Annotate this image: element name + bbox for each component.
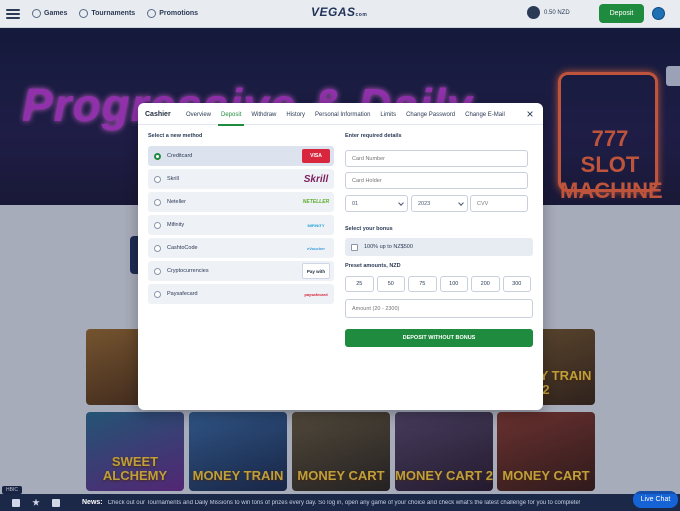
radio[interactable] <box>154 267 161 275</box>
tab-personal-information[interactable]: Personal Information <box>310 112 375 125</box>
tab-withdraw[interactable]: Withdraw <box>246 112 281 125</box>
account-balance[interactable]: 0.50 NZD <box>527 6 570 19</box>
visa-logo-icon: VISA <box>302 149 330 163</box>
news-label: News: <box>82 499 103 506</box>
globe-icon[interactable] <box>652 7 665 20</box>
paysafecard-logo-icon: paysafecard <box>304 291 328 297</box>
star-icon[interactable] <box>32 498 40 506</box>
method-mifinity[interactable]: Mifinity MIFINITY <box>148 215 334 235</box>
trophy-icon <box>79 9 89 18</box>
method-cryptocurrencies[interactable]: Cryptocurrencies Pay with <box>148 261 334 281</box>
modal-header: Cashier Overview Deposit Withdraw Histor… <box>138 103 543 126</box>
method-cashtocode[interactable]: CashtoCode eVoucher <box>148 238 334 258</box>
radio[interactable] <box>154 198 161 206</box>
tab-limits[interactable]: Limits <box>375 112 401 125</box>
method-label: Paysafecard <box>167 291 198 297</box>
select-method-heading: Select a new method <box>148 133 203 139</box>
cashier-modal: Cashier Overview Deposit Withdraw Histor… <box>138 103 543 410</box>
method-neteller[interactable]: Neteller NETELLER <box>148 192 334 212</box>
top-header: Games Tournaments Promotions VEGAScom 0.… <box>0 0 680 28</box>
radio-selected[interactable] <box>154 152 161 160</box>
preset-amount-button[interactable]: 50 <box>376 276 405 292</box>
bonus-option[interactable]: 100% up to NZ$500 <box>345 238 533 256</box>
tab-history[interactable]: History <box>281 112 310 125</box>
bonus-checkbox[interactable] <box>351 243 358 251</box>
nav-games[interactable]: Games <box>32 9 67 18</box>
logo-text: VEGAS <box>311 5 356 19</box>
amount-input[interactable] <box>345 299 533 318</box>
radio[interactable] <box>154 175 161 183</box>
cashier-tabs: Overview Deposit Withdraw History Person… <box>181 112 510 126</box>
tab-overview[interactable]: Overview <box>181 112 216 125</box>
bonus-label: 100% up to NZ$500 <box>364 244 413 250</box>
preset-amounts: 25 50 75 100 200 300 <box>345 276 531 292</box>
deposit-without-bonus-button[interactable]: DEPOSIT WITHOUT BONUS <box>345 329 533 347</box>
preset-amount-button[interactable]: 300 <box>502 276 531 292</box>
nav-promotions-label: Promotions <box>159 10 199 17</box>
radio[interactable] <box>154 290 161 298</box>
method-label: CashtoCode <box>167 245 198 251</box>
mifinity-logo-icon: MIFINITY <box>307 222 325 228</box>
method-paysafecard[interactable]: Paysafecard paysafecard <box>148 284 334 304</box>
skrill-logo-icon: Skrill <box>303 173 329 185</box>
cvv-input[interactable] <box>470 195 528 212</box>
modal-title: Cashier <box>145 111 171 118</box>
gamepad-icon <box>32 9 41 18</box>
method-skrill[interactable]: Skrill Skrill <box>148 169 334 189</box>
nav-promotions[interactable]: Promotions <box>147 9 198 18</box>
avatar <box>527 6 540 19</box>
gift-icon <box>147 9 157 18</box>
preset-amount-button[interactable]: 200 <box>471 276 500 292</box>
tab-deposit[interactable]: Deposit <box>216 112 246 126</box>
header-deposit-button[interactable]: Deposit <box>599 4 644 23</box>
nav-tournaments[interactable]: Tournaments <box>79 9 135 18</box>
logo-suffix: com <box>355 12 368 18</box>
card-number-input[interactable] <box>345 150 528 167</box>
method-label: Cryptocurrencies <box>167 268 209 274</box>
radio[interactable] <box>154 221 161 229</box>
preset-amount-button[interactable]: 75 <box>408 276 437 292</box>
expiry-year-value: 2023 <box>418 200 431 207</box>
crypto-logo-icon: Pay with <box>302 263 330 279</box>
expiry-month-value: 01 <box>352 200 359 207</box>
card-holder-input[interactable] <box>345 172 528 189</box>
payment-method-list: Creditcard VISA Skrill Skrill Neteller N… <box>148 146 334 307</box>
preset-amount-button[interactable]: 100 <box>439 276 468 292</box>
tab-change-email[interactable]: Change E-Mail <box>460 112 510 125</box>
radio[interactable] <box>154 244 161 252</box>
bell-icon[interactable] <box>52 498 60 507</box>
expiry-year-select[interactable]: 2023 <box>411 195 468 212</box>
nav-tournaments-label: Tournaments <box>91 10 136 17</box>
nav-games-label: Games <box>44 10 68 17</box>
balance-value: 0.50 NZD <box>544 9 570 16</box>
chevron-down-icon <box>458 200 464 206</box>
method-label: Creditcard <box>167 153 193 159</box>
news-ticker: Check out our Tournaments and Daily Miss… <box>107 499 581 506</box>
site-logo[interactable]: VEGAScom <box>311 5 367 19</box>
close-icon[interactable]: × <box>524 108 536 120</box>
bonus-heading: Select your bonus <box>345 226 393 232</box>
menu-icon[interactable] <box>6 8 20 19</box>
neteller-logo-icon: NETELLER <box>302 199 330 205</box>
method-label: Skrill <box>167 176 179 182</box>
evoucher-logo-icon: eVoucher <box>307 245 325 251</box>
method-label: Neteller <box>167 199 186 205</box>
preset-amount-button[interactable]: 25 <box>345 276 374 292</box>
tab-change-password[interactable]: Change Password <box>401 112 460 125</box>
preset-heading: Preset amounts, NZD <box>345 263 401 269</box>
details-heading: Enter required details <box>345 133 402 139</box>
method-creditcard[interactable]: Creditcard VISA <box>148 146 334 166</box>
news-bar: News: Check out our Tournaments and Dail… <box>0 494 680 511</box>
home-icon[interactable] <box>12 498 20 507</box>
chevron-down-icon <box>398 200 404 206</box>
method-label: Mifinity <box>167 222 185 228</box>
expiry-month-select[interactable]: 01 <box>345 195 408 212</box>
